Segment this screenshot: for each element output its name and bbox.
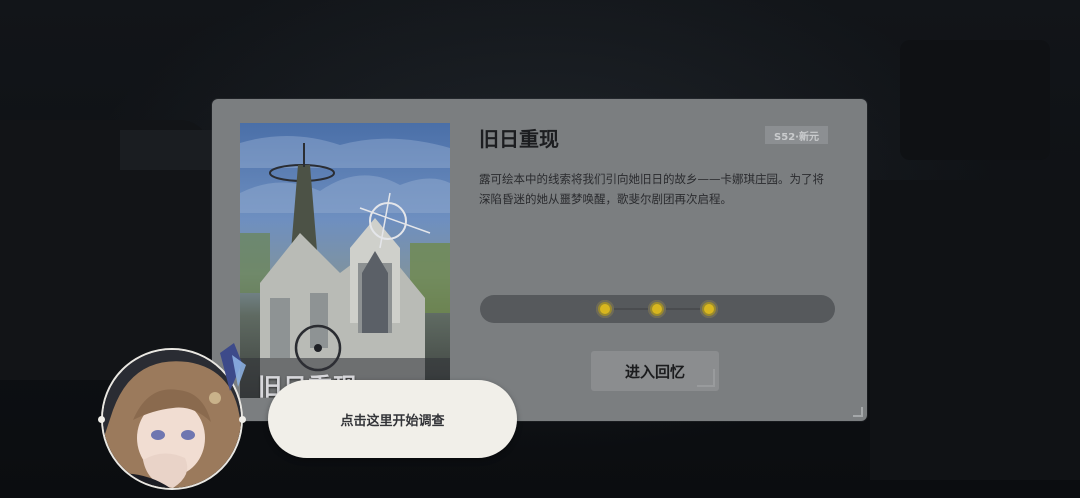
season-badge: S52·新元 (765, 126, 828, 144)
corner-bracket-icon (697, 369, 715, 387)
description-line: 深陷昏迷的她从噩梦唤醒，歌斐尔剧团再次启程。 (479, 192, 732, 206)
cathedral-illustration: 旧日重现 (240, 123, 450, 398)
background-silhouette (120, 130, 215, 170)
progress-node[interactable] (700, 300, 718, 318)
chapter-progress-track (480, 295, 835, 323)
corner-bracket-icon (853, 407, 863, 417)
background-silhouette (870, 180, 1080, 480)
crystal-hair-ornament-icon (220, 343, 246, 391)
start-investigation-bubble[interactable]: 点击这里开始调查 (268, 380, 517, 458)
description-line: 露可绘本中的线索将我们引向她旧日的故乡——卡娜琪庄园。为了将 (479, 172, 824, 186)
bubble-text: 点击这里开始调查 (340, 413, 445, 429)
background-silhouette (900, 40, 1050, 160)
ring-dot (98, 416, 105, 423)
chapter-description: 露可绘本中的线索将我们引向她旧日的故乡——卡娜琪庄园。为了将 深陷昏迷的她从噩梦… (479, 169, 839, 209)
game-scene: 旧日重现 旧日重现 S52·新元 露可绘本中的线索将我们引向她旧日的故乡——卡娜… (0, 0, 1080, 498)
ring-dot (239, 416, 246, 423)
enter-memory-button[interactable]: 进入回忆 (591, 351, 719, 391)
enter-memory-label: 进入回忆 (624, 362, 685, 381)
progress-node[interactable] (596, 300, 614, 318)
chapter-title: 旧日重现 (479, 127, 559, 151)
memory-dialog-card: 旧日重现 旧日重现 S52·新元 露可绘本中的线索将我们引向她旧日的故乡——卡娜… (212, 99, 867, 421)
progress-node[interactable] (648, 300, 666, 318)
